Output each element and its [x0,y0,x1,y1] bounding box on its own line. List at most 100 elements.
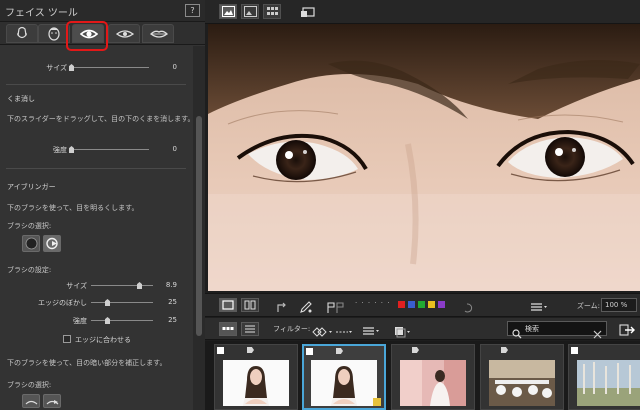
brush-strength-label: 強度 [73,317,87,325]
split-view-button[interactable] [241,298,259,312]
edited-badge-icon [373,398,381,406]
sort-menu-icon[interactable] [530,299,548,318]
thumbnail-image [489,360,555,406]
size-value: 0 [172,63,177,71]
fit-edge-checkbox[interactable] [63,335,71,343]
tab-lips[interactable] [142,24,174,43]
brush-erase-button[interactable] [43,235,61,252]
thumbnail-corner-icon [306,348,313,355]
photo-preview[interactable] [208,24,640,291]
edge-feather-slider-track[interactable] [91,302,153,303]
size-slider-track[interactable] [71,67,149,68]
kuma-strength-label: 強度 [53,146,67,154]
brush-size-value: 8.9 [165,281,177,289]
grid-icon [267,7,278,15]
tag-icon [412,347,419,353]
sort-order-dropdown[interactable] [362,323,382,342]
thumbnail-3[interactable] [391,344,475,410]
thumbnail-2-selected[interactable] [302,344,386,410]
thumbnail-5[interactable] [568,344,640,410]
panel-header: フェイス ツール ? [0,0,205,22]
tag-icon [336,348,343,354]
face-photo [208,24,640,291]
brush-strength-value: 25 [168,316,177,324]
tab-face-shape[interactable] [6,24,38,43]
rotate-icon[interactable] [275,299,289,318]
brush-select-label: ブラシの選択: [7,222,52,230]
eye-brighten-heading: アイブリンガー [7,183,56,191]
tab-eye-white[interactable] [108,24,140,43]
thumbnail-image [223,360,289,406]
color-label-0[interactable] [398,301,405,308]
stack-dropdown[interactable] [394,323,412,342]
kuma-strength-slider-track[interactable] [71,149,149,150]
edit-pen-icon[interactable] [299,299,313,318]
brush-size-slider-track[interactable] [91,285,153,286]
single-frame-icon [222,300,234,310]
top-toolbar [205,0,640,24]
edge-feather-value: 25 [168,298,177,306]
color-label-1[interactable] [408,301,415,308]
brush-circle-icon [25,237,38,250]
search-box[interactable] [507,321,607,339]
single-view-button[interactable] [219,4,237,19]
brush-apply-button[interactable] [22,235,40,252]
thumbnail-4[interactable] [480,344,564,410]
size-slider-thumb[interactable] [69,64,74,71]
thumbnail-image [577,360,640,406]
zoom-label: ズーム: [576,302,600,310]
view-toolbar: · · · · · · ズーム: 100 % [205,293,640,317]
thumbnail-corner-icon [571,347,578,354]
fit-edge-label: エッジに合わせる [75,336,131,344]
export-icon[interactable] [619,322,635,341]
list-view-button[interactable] [241,322,259,336]
zoom-field[interactable]: 100 % [601,298,637,312]
list-icon [245,325,255,333]
brush-select-label-2: ブラシの選択: [7,381,52,389]
compare-button[interactable] [297,4,315,19]
brush-eye-eraser-icon [46,400,59,405]
split-frame-icon [244,300,256,310]
panel-title: フェイス ツール [5,8,78,19]
thumbnail-1[interactable] [214,344,298,410]
panel-content: サイズ 0 くま消し 下のスライダーをドラッグして、目の下のくまを消します。 強… [0,46,195,410]
preview-view-button[interactable] [241,4,259,19]
main-area: · · · · · · ズーム: 100 % フィルター: [205,0,640,410]
thumbnail-image [400,360,466,406]
dark-area-description: 下のブラシを使って、目の暗い部分を補正します。 [7,359,167,367]
color-label-2[interactable] [418,301,425,308]
brush-apply-button-2[interactable] [22,394,40,408]
rating-dots[interactable]: · · · · · · [355,299,390,307]
size-label: サイズ [46,64,67,72]
kuma-description: 下のスライダーをドラッグして、目の下のくまを消します。 [7,115,195,123]
brush-size-label: サイズ [66,282,87,290]
edge-feather-slider-thumb[interactable] [105,299,110,306]
filmstrip [205,341,640,410]
panel-scrollbar-thumb[interactable] [196,116,202,336]
flag-icon[interactable] [326,299,346,318]
grid-view-button[interactable] [263,4,281,19]
brush-strength-slider-track[interactable] [91,320,153,321]
thumbnail-small-button[interactable] [219,322,237,336]
panel-scrollbar[interactable] [193,46,205,410]
filter-rating-dropdown[interactable] [312,323,352,342]
help-button[interactable]: ? [185,4,200,17]
kuma-strength-slider-thumb[interactable] [69,146,74,153]
filter-label: フィルター: [273,325,311,333]
divider [6,168,186,169]
color-clear-icon[interactable] [463,299,475,318]
face-shape-icon [17,26,27,39]
compare-screens-icon [301,7,315,17]
brush-eraser-icon [46,237,58,250]
color-label-4[interactable] [438,301,445,308]
single-image-button[interactable] [219,298,237,312]
brush-erase-button-2[interactable] [43,394,61,408]
brush-size-slider-thumb[interactable] [137,282,142,289]
thumbnail-image [311,360,377,406]
brush-strength-slider-thumb[interactable] [105,317,110,324]
color-label-3[interactable] [428,301,435,308]
tag-icon [247,347,254,353]
eye-brighten-description: 下のブラシを使って、目を明るくします。 [7,204,139,212]
search-input[interactable] [525,323,585,335]
brush-settings-label: ブラシの設定: [7,266,52,274]
